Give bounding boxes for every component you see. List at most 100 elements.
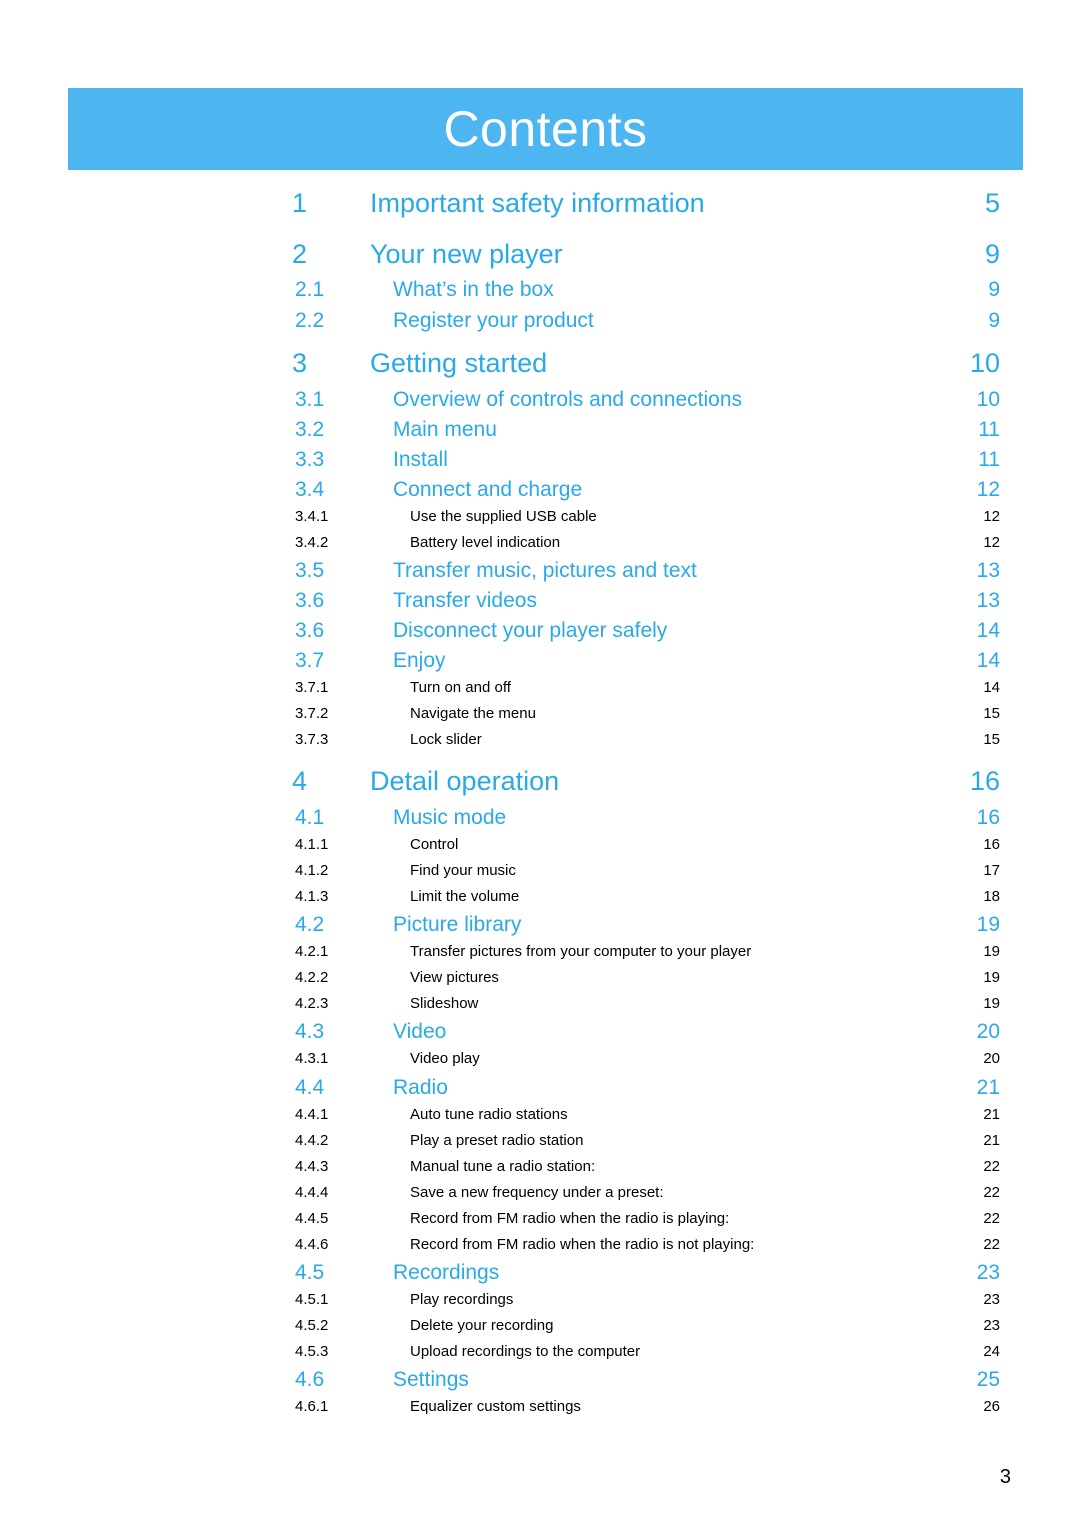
toc-entry-number: 4.3.1: [295, 1050, 329, 1067]
toc-entry-number: 4.4.6: [295, 1236, 329, 1253]
toc-entry-number: 4.1.2: [295, 862, 329, 879]
toc-entry-number: 3.5: [295, 559, 325, 582]
toc-entry-number: 3.7: [295, 649, 325, 672]
toc-entry-page: 23: [983, 1317, 1000, 1334]
toc-entry-label: Play recordings: [410, 1291, 514, 1308]
toc-entry-number: 4.1.1: [295, 836, 329, 853]
contents-header-band: Contents: [68, 88, 1023, 170]
toc-entry-number: 3.4: [295, 478, 325, 501]
toc-entry-label: Connect and charge: [393, 478, 583, 501]
toc-entry-page: 14: [976, 619, 1000, 642]
toc-entry-number: 3.4.1: [295, 508, 329, 525]
toc-entry-label: Main menu: [393, 418, 497, 441]
toc-entry-number: 4.5: [295, 1261, 325, 1284]
toc-entry-number: 3: [292, 348, 308, 378]
toc-entry-number: 3.7.2: [295, 705, 329, 722]
toc-entry-label: Transfer videos: [393, 589, 537, 612]
toc-entry-number: 4.4.2: [295, 1132, 329, 1149]
toc-entry-label: Slideshow: [410, 995, 479, 1012]
toc-entry-label: Equalizer custom settings: [410, 1398, 581, 1415]
toc-entry-number: 4.6: [295, 1368, 325, 1391]
toc-entry-number: 4.1: [295, 806, 325, 829]
toc-entry-label: Register your product: [393, 309, 594, 332]
toc-entry-label: Detail operation: [370, 766, 560, 796]
toc-entry-page: 18: [983, 888, 1000, 905]
toc-entry-label: Control: [410, 836, 459, 853]
toc-entry-page: 15: [983, 705, 1000, 722]
toc-entry-number: 4: [292, 766, 308, 796]
toc-entry-page: 21: [983, 1132, 1000, 1149]
toc-entry-page: 16: [969, 766, 1000, 796]
toc-entry-page: 10: [969, 348, 1000, 378]
toc-entry-number: 3.4.2: [295, 534, 329, 551]
toc-entry-page: 24: [983, 1343, 1000, 1360]
page-title: Contents: [443, 101, 648, 157]
toc-entry-label: Your new player: [370, 239, 563, 269]
toc-entry-page: 12: [983, 534, 1000, 551]
toc-entry-label: Overview of controls and connections: [393, 388, 743, 411]
toc-entry-number: 2: [292, 239, 308, 269]
toc-entry-label: Save a new frequency under a preset:: [410, 1184, 664, 1201]
toc-entry-number: 4.1.3: [295, 888, 329, 905]
toc-entry-label: Music mode: [393, 806, 507, 829]
toc-entry-label: Record from FM radio when the radio is n…: [410, 1236, 755, 1253]
toc-entry-label: Record from FM radio when the radio is p…: [410, 1210, 730, 1227]
toc-entry-page: 9: [984, 239, 1000, 269]
toc-entry-label: Picture library: [393, 913, 522, 936]
toc-entry-page: 26: [983, 1398, 1000, 1415]
toc-entry-page: 16: [983, 836, 1000, 853]
toc-entry-label: Battery level indication: [410, 534, 561, 551]
toc-entry-label: What’s in the box: [393, 278, 554, 301]
toc-entry-label: Settings: [393, 1368, 469, 1391]
toc-entry-label: Play a preset radio station: [410, 1132, 584, 1149]
toc-entry-page: 9: [988, 309, 1000, 332]
toc-entry-page: 14: [976, 649, 1000, 672]
toc-entry-page: 22: [983, 1158, 1000, 1175]
toc-entry-page: 22: [983, 1236, 1000, 1253]
toc-entry-page: 19: [976, 913, 1000, 936]
toc-entry-page: 10: [976, 388, 1000, 411]
toc-entry-page: 9: [988, 278, 1000, 301]
toc-entry-number: 2.2: [295, 309, 325, 332]
toc-entry-label: Getting started: [370, 348, 548, 378]
toc-entry-number: 4.4.5: [295, 1210, 329, 1227]
toc-entry-page: 11: [978, 418, 1000, 441]
toc-entry-page: 15: [983, 731, 1000, 748]
toc-entry-number: 3.2: [295, 418, 325, 441]
toc-entry-number: 3.1: [295, 388, 325, 411]
toc-entry-number: 1: [292, 188, 308, 218]
toc-entry-number: 4.2: [295, 913, 325, 936]
toc-entry-label: Upload recordings to the computer: [410, 1343, 641, 1360]
toc-entry-number: 4.5.3: [295, 1343, 329, 1360]
toc-entry-number: 4.4.3: [295, 1158, 329, 1175]
toc-entry-label: Transfer music, pictures and text: [393, 559, 697, 582]
toc-entry-number: 2.1: [295, 278, 325, 301]
footer-page-number: 3: [999, 1466, 1011, 1488]
toc-entry-label: Limit the volume: [410, 888, 520, 905]
toc-entry-number: 4.4: [295, 1076, 325, 1099]
toc-entry-label: Use the supplied USB cable: [410, 508, 597, 525]
toc-entry-page: 20: [976, 1020, 1000, 1043]
toc-entry-number: 3.7.3: [295, 731, 329, 748]
toc-entry-page: 11: [978, 448, 1000, 471]
toc-entry-number: 4.4.1: [295, 1106, 329, 1123]
toc-entry-label: Important safety information: [370, 188, 705, 218]
toc-entry-label: Turn on and off: [410, 679, 511, 696]
toc-entry-page: 21: [983, 1106, 1000, 1123]
toc-entry-number: 4.3: [295, 1020, 325, 1043]
toc-entry-label: Enjoy: [393, 649, 446, 672]
toc-entry-page: 23: [976, 1261, 1000, 1284]
toc-entry-label: Delete your recording: [410, 1317, 554, 1334]
toc-entry-page: 25: [976, 1368, 1000, 1391]
toc-entry-page: 13: [976, 589, 1000, 612]
toc-entry-number: 4.2.3: [295, 995, 329, 1012]
toc-entry-number: 4.6.1: [295, 1398, 329, 1415]
toc-entry-label: Disconnect your player safely: [393, 619, 668, 642]
toc-entry-page: 19: [983, 969, 1000, 986]
toc-entry-page: 16: [976, 806, 1000, 829]
toc-entry-number: 3.6: [295, 619, 325, 642]
toc-entry-label: Transfer pictures from your computer to …: [410, 943, 752, 960]
toc-entry-number: 4.2.1: [295, 943, 329, 960]
toc-entry-label: Install: [393, 448, 448, 471]
toc-entry-page: 13: [976, 559, 1000, 582]
